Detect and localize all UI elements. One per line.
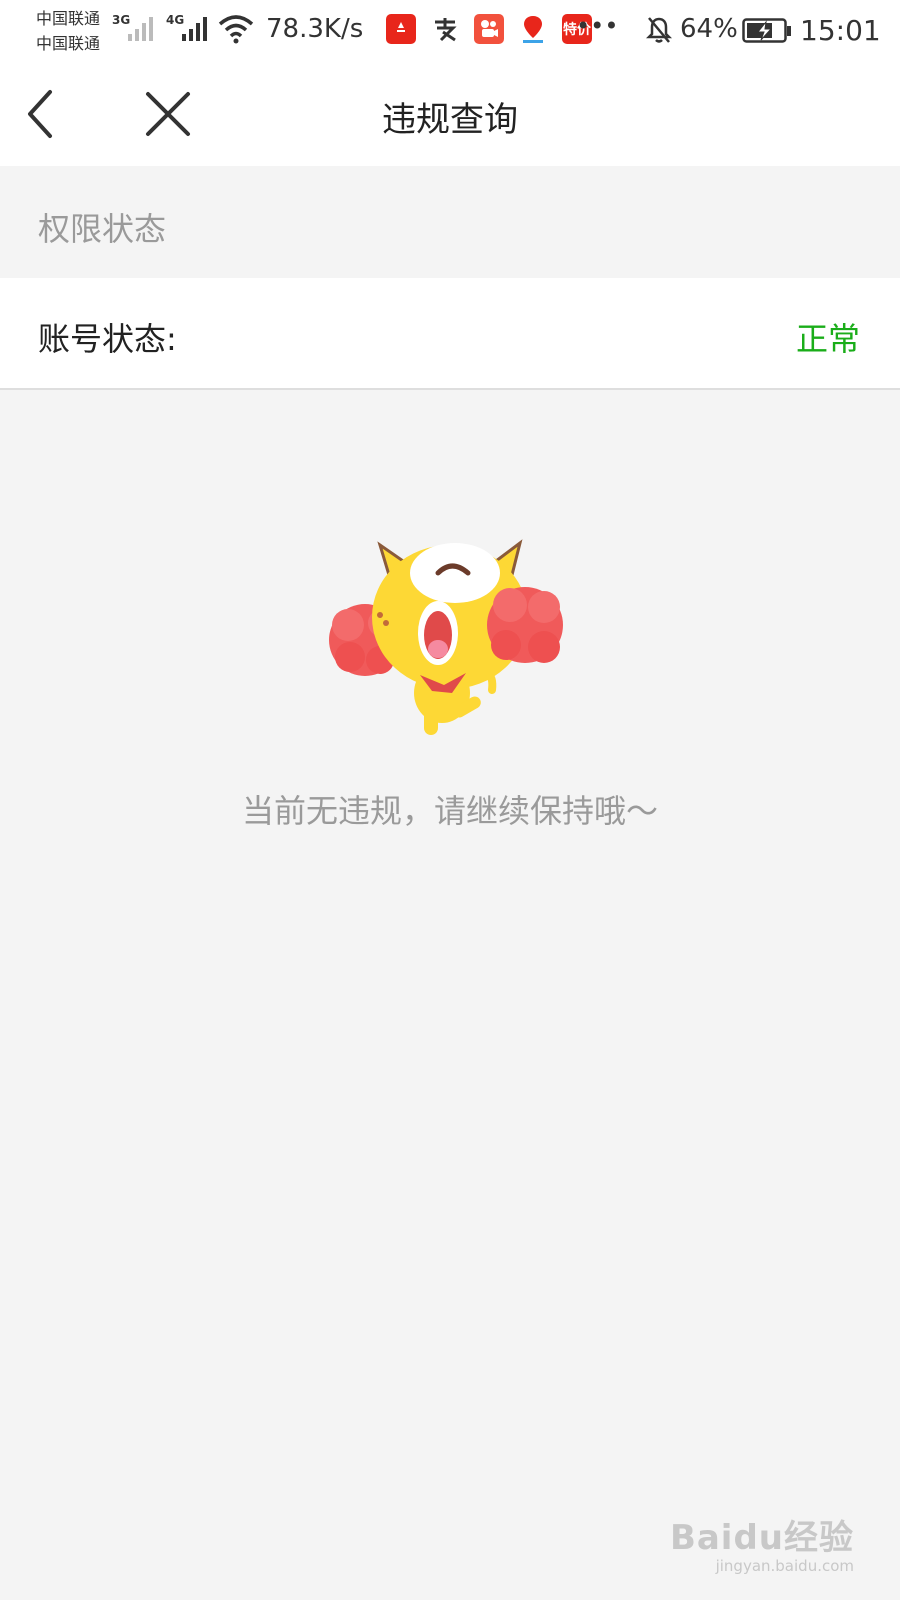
kuaishou-icon bbox=[474, 14, 504, 44]
account-status-value: 正常 bbox=[795, 320, 860, 358]
bell-muted-icon bbox=[646, 17, 672, 43]
section-title: 权限状态 bbox=[38, 210, 167, 248]
account-status-label: 账号状态: bbox=[38, 320, 177, 358]
more-notifications-icon: ••• bbox=[576, 12, 619, 40]
cheerleader-mascot-illustration bbox=[329, 539, 563, 735]
battery-charging-icon bbox=[742, 18, 791, 43]
baidu-jingyan-watermark: Baidu经验 jingyan.baidu.com bbox=[670, 1510, 854, 1575]
clock: 15:01 bbox=[800, 14, 881, 47]
map-pin-icon bbox=[518, 14, 548, 44]
signal-strength-icon bbox=[182, 17, 207, 41]
section-header: 权限状态 bbox=[0, 166, 900, 278]
carrier-2: 中国联通 bbox=[36, 34, 101, 53]
app-red-icon bbox=[386, 14, 416, 44]
network-speed: 78.3K/s bbox=[266, 14, 364, 44]
alipay-icon bbox=[430, 14, 460, 44]
right-pompom bbox=[487, 587, 563, 663]
navigation-bar: 违规查询 bbox=[0, 62, 900, 167]
empty-state-message: 当前无违规，请继续保持哦～ bbox=[241, 792, 658, 830]
notification-app-icons: 特价 bbox=[386, 14, 592, 44]
signal-strength-icon bbox=[128, 17, 153, 41]
status-bar: 中国联通 中国联通 3G 4G 78.3K/s 特价 ••• 64% 15:01 bbox=[0, 0, 900, 62]
account-status-row: 账号状态: 正常 bbox=[0, 278, 900, 390]
battery-percentage: 64% bbox=[680, 14, 738, 44]
carrier-names: 中国联通 中国联通 bbox=[36, 6, 100, 56]
watermark-url: jingyan.baidu.com bbox=[715, 1557, 854, 1575]
carrier-1: 中国联通 bbox=[36, 9, 101, 28]
watermark-logo: Baidu经验 bbox=[669, 1518, 854, 1558]
wifi-icon bbox=[218, 15, 254, 44]
page-title: 违规查询 bbox=[382, 100, 518, 140]
